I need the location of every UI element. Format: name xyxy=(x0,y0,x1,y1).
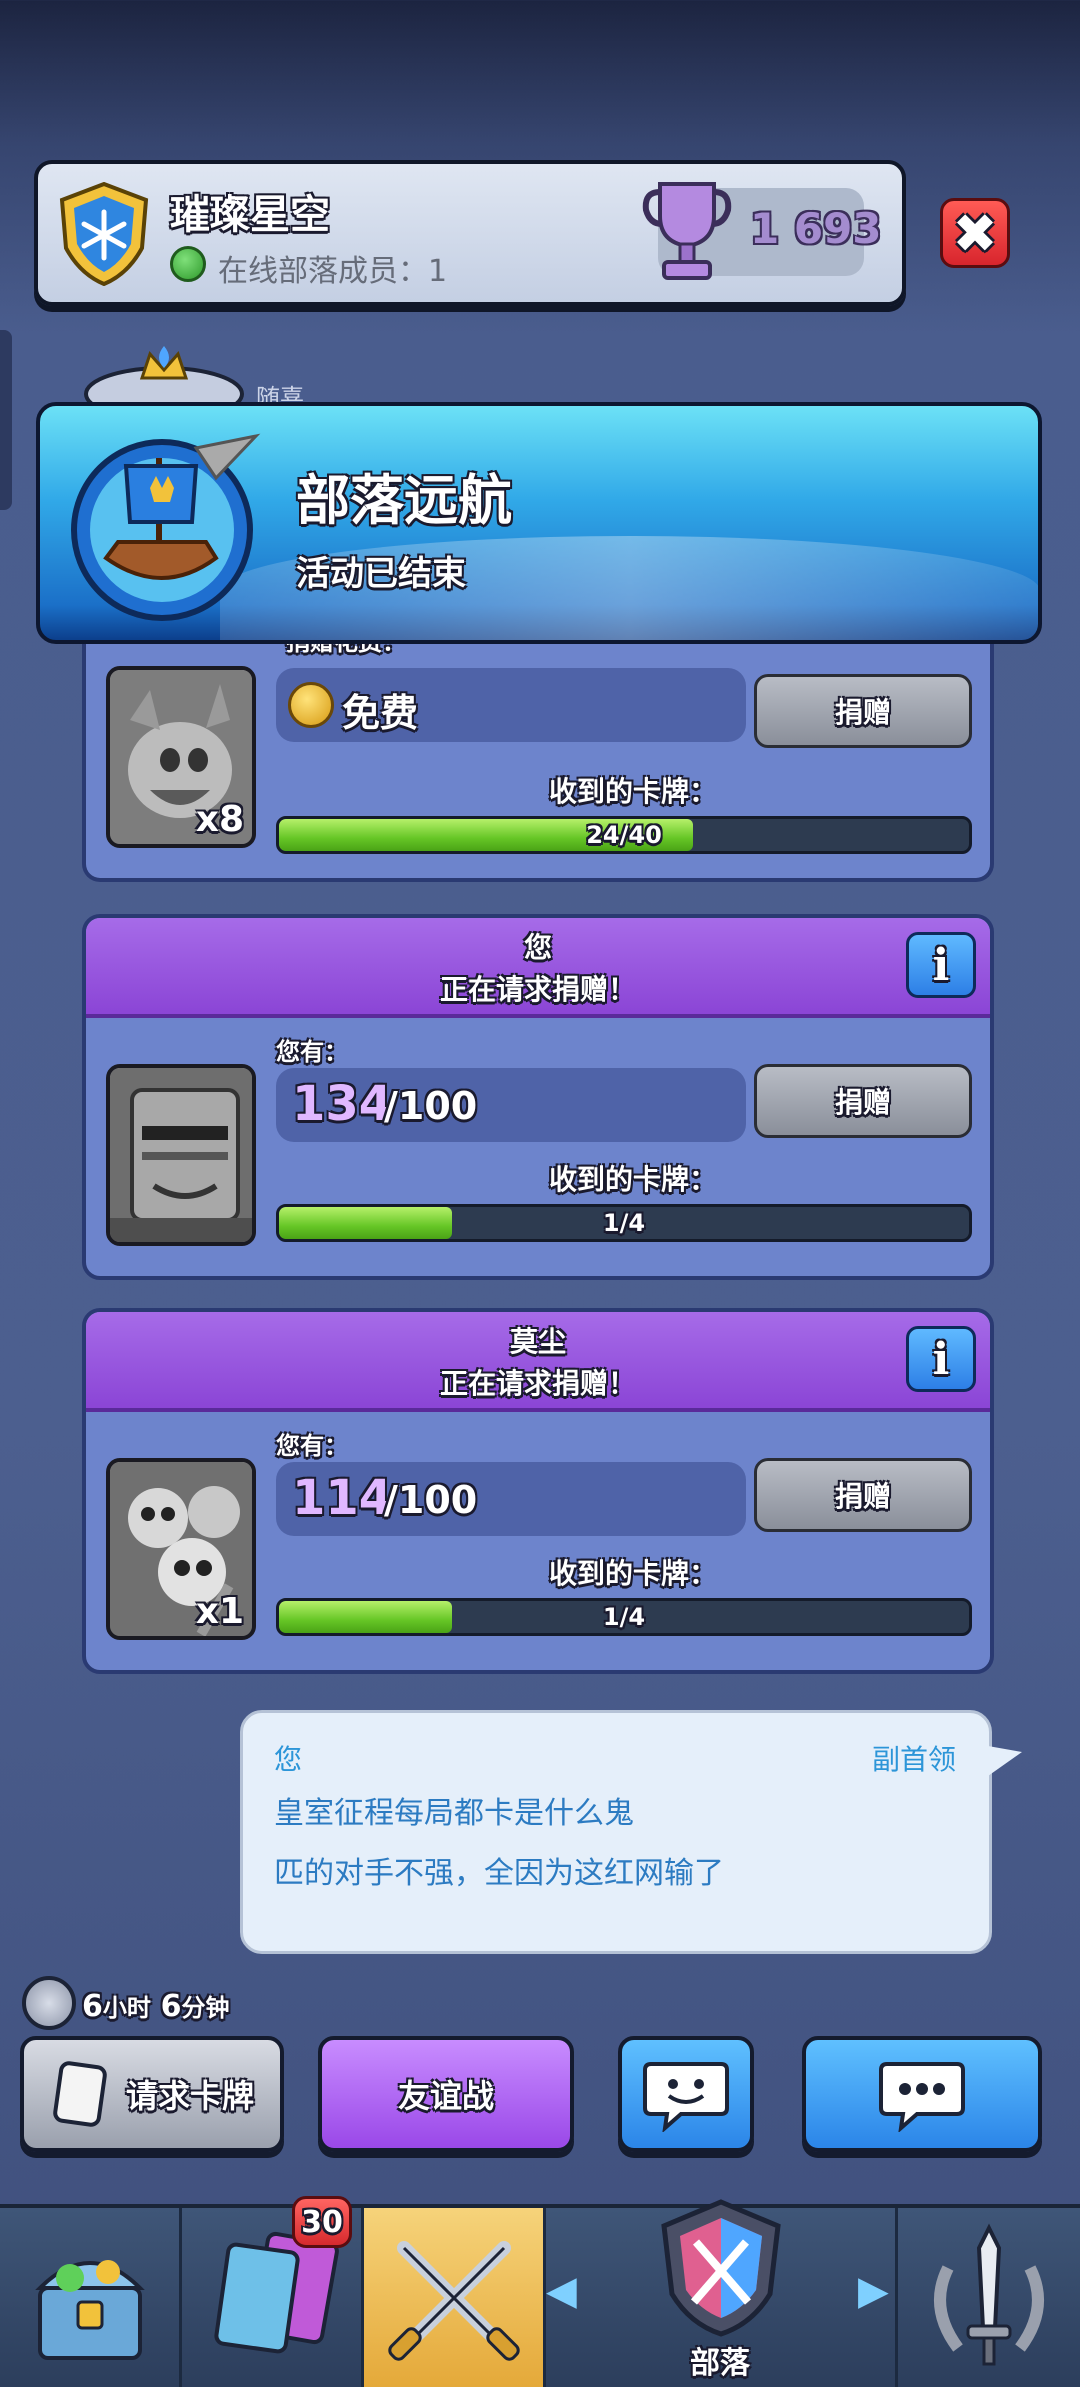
progress-text: 1/4 xyxy=(602,1603,646,1631)
gold-coin-icon xyxy=(288,682,334,728)
card-count-box: 114 /100 xyxy=(276,1462,746,1536)
trophy-icon xyxy=(642,182,732,280)
progress-text: 1/4 xyxy=(602,1209,646,1237)
chat-bubble-icon xyxy=(879,2062,965,2132)
online-members: 在线部落成员：1 xyxy=(218,246,447,290)
chat-sender: 您 xyxy=(274,1743,303,1776)
member-crown-icon xyxy=(84,346,244,404)
trophy-count: 1 693 xyxy=(750,204,882,253)
nav-clan-label: 部落 xyxy=(690,2346,750,2381)
nav-tab-battle[interactable] xyxy=(364,2208,546,2387)
donation-progress-bar: 24/40 xyxy=(276,816,972,854)
you-have-label: 您有： xyxy=(276,1432,348,1460)
donation-request-panel: 捐赠花费： x8 免费 捐赠 收到的卡牌： 24/40 xyxy=(82,620,994,882)
chat-message-line: 匹的对手不强，全因为这红网输了 xyxy=(274,1856,724,1891)
request-status: 正在请求捐赠！ xyxy=(439,1367,636,1400)
clan-header: 璀璨星空 在线部落成员：1 1 693 xyxy=(34,160,906,306)
requester-name: 您 xyxy=(523,931,552,964)
bottom-navigation: ◀ ▶ xyxy=(0,2199,1080,2387)
clan-shield-icon xyxy=(661,2199,781,2337)
donation-progress-bar: 1/4 xyxy=(276,1204,972,1242)
request-cards-label: 请求卡牌 xyxy=(125,2077,254,2115)
received-cards-label: 收到的卡牌： xyxy=(548,775,717,808)
nav-arrow-left-icon[interactable]: ◀ xyxy=(546,2268,577,2314)
clan-badge-icon xyxy=(59,182,149,286)
timer-minutes-unit: 分钟 xyxy=(181,1994,230,2022)
nav-tab-events[interactable] xyxy=(898,2208,1080,2387)
request-header: 莫尘 正在请求捐赠！ i xyxy=(86,1312,990,1412)
chat-message-line: 皇室征程每局都卡是什么鬼 xyxy=(274,1796,634,1831)
knight-card-art xyxy=(110,1068,252,1242)
owned-card-count: 114 xyxy=(292,1470,393,1526)
request-body: 您有： x1 114 /100 捐赠 收到的卡牌： 1/4 xyxy=(86,1412,990,1652)
upgrade-card-count: /100 xyxy=(384,1084,478,1128)
request-cooldown-timer: 6小时 6分钟 xyxy=(82,1988,230,2024)
close-icon: ✖ xyxy=(952,201,998,265)
info-button[interactable]: i xyxy=(906,932,976,998)
card-multiplier: x8 xyxy=(195,799,244,840)
you-have-label: 您有： xyxy=(276,1038,348,1066)
chat-button[interactable] xyxy=(802,2036,1042,2152)
nav-arrow-right-icon[interactable]: ▶ xyxy=(858,2268,889,2314)
donation-cost: 免费 xyxy=(342,691,419,735)
info-button[interactable]: i xyxy=(906,1326,976,1392)
donation-progress-bar: 1/4 xyxy=(276,1598,972,1636)
progress-text: 24/40 xyxy=(586,821,662,849)
timer-icon xyxy=(22,1976,76,2030)
friendly-battle-label: 友谊战 xyxy=(397,2077,494,2115)
banner-title: 部落远航 xyxy=(296,469,512,532)
cards-notification-badge: 30 xyxy=(292,2196,352,2248)
owned-card-count: 134 xyxy=(292,1076,393,1132)
request-header: 您 正在请求捐赠！ i xyxy=(86,918,990,1018)
chat-sender-role: 副首领 xyxy=(872,1743,957,1776)
request-body: 您有： 134 /100 捐赠 收到的卡牌： 1/4 xyxy=(86,1018,990,1258)
card-image xyxy=(106,1064,256,1246)
smiley-chat-icon xyxy=(643,2062,729,2132)
online-count: 1 xyxy=(428,254,448,289)
card-multiplier: x1 xyxy=(195,1591,244,1632)
card-icon xyxy=(53,2061,107,2127)
request-status: 正在请求捐赠！ xyxy=(439,973,636,1006)
banner-subtitle: 活动已结束 xyxy=(296,554,466,594)
timer-hours-unit: 小时 xyxy=(102,1994,151,2022)
donation-cost-box: 免费 xyxy=(276,668,746,742)
clan-wars-banner[interactable]: 部落远航 活动已结束 xyxy=(36,402,1042,644)
received-cards-label: 收到的卡牌： xyxy=(548,1557,717,1590)
donation-request-panel: 您 正在请求捐赠！ i 您有： 134 /100 捐赠 收到的卡牌： 1/4 xyxy=(82,914,994,1280)
info-icon: i xyxy=(932,939,950,991)
donation-request-panel: 莫尘 正在请求捐赠！ i 您有： x1 114 /100 捐赠 收到的卡牌： 1… xyxy=(82,1308,994,1674)
info-icon: i xyxy=(932,1333,950,1385)
laurel-sword-icon xyxy=(934,2223,1044,2366)
timer-minutes: 6 xyxy=(160,1989,182,2024)
timer-hours: 6 xyxy=(82,1989,103,2024)
card-image: x1 xyxy=(106,1458,256,1640)
upgrade-card-count: /100 xyxy=(384,1478,478,1522)
treasure-chest-icon xyxy=(35,2260,145,2360)
friendly-battle-button[interactable]: 友谊战 xyxy=(318,2036,574,2152)
card-count-box: 134 /100 xyxy=(276,1068,746,1142)
boat-emblem-icon xyxy=(71,433,261,621)
received-cards-label: 收到的卡牌： xyxy=(548,1163,717,1196)
card-image: x8 xyxy=(106,666,256,848)
request-cards-button[interactable]: 请求卡牌 xyxy=(20,2036,284,2152)
donate-button[interactable]: 捐赠 xyxy=(754,674,972,748)
online-status-icon xyxy=(170,246,206,282)
nav-tab-shop[interactable] xyxy=(0,2208,182,2387)
donate-button[interactable]: 捐赠 xyxy=(754,1458,972,1532)
emote-button[interactable] xyxy=(618,2036,754,2152)
requester-name: 莫尘 xyxy=(509,1325,566,1358)
close-button[interactable]: ✖ xyxy=(940,198,1010,268)
donate-button[interactable]: 捐赠 xyxy=(754,1064,972,1138)
crossed-swords-icon xyxy=(388,2241,520,2361)
online-label: 在线部落成员： xyxy=(218,254,428,289)
clan-name: 璀璨星空 xyxy=(170,192,330,238)
chat-bubble-tail xyxy=(988,1746,1022,1776)
side-tab[interactable] xyxy=(0,330,12,510)
